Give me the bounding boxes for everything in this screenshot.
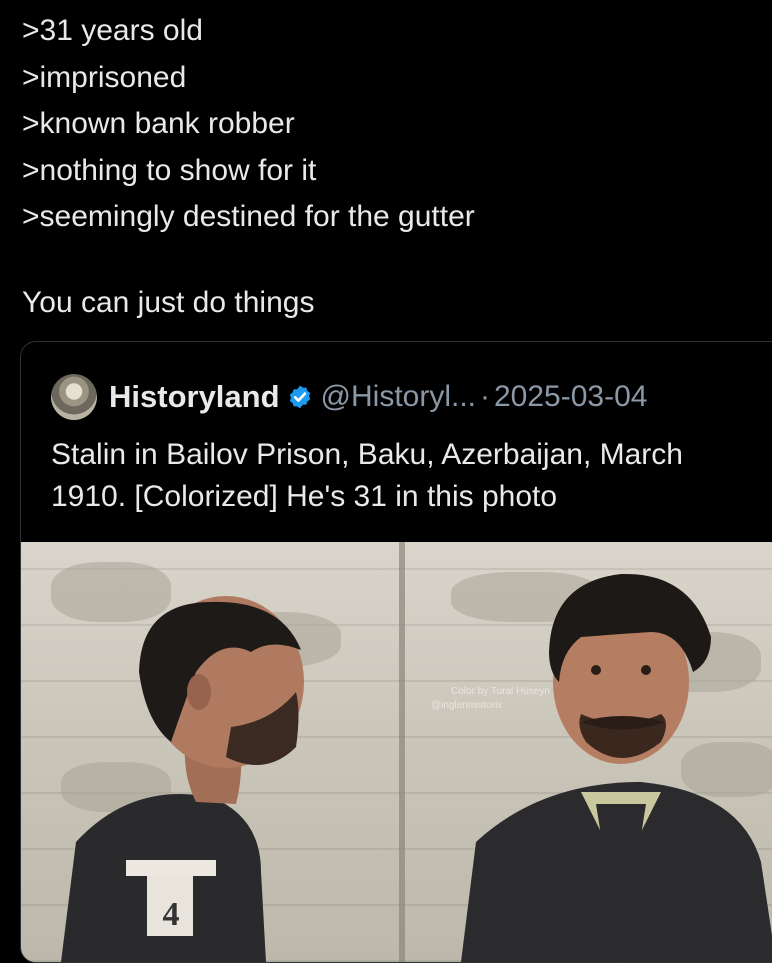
handle[interactable]: @Historyl...	[321, 380, 476, 414]
avatar[interactable]	[51, 374, 97, 420]
post-photo[interactable]: 4 Color by Tural Huseyn @inglenmistorix	[21, 542, 772, 962]
post-line: >31 years old	[22, 14, 203, 47]
post-line: >nothing to show for it	[22, 153, 317, 187]
mugshot-figures: 4 Color by Tural Huseyn @inglenmistorix	[61, 573, 772, 962]
post-line: >imprisoned	[22, 60, 187, 94]
post-text: >31 years old >imprisoned >known bank ro…	[22, 8, 762, 323]
quoted-post-text: Stalin in Bailov Prison, Baku, Azerbaija…	[51, 438, 683, 513]
separator-dot: ·	[480, 380, 490, 413]
frontal-figure	[461, 573, 772, 962]
verified-badge-icon	[289, 385, 310, 409]
watermark-line1: Color by Tural Huseyn	[451, 686, 550, 697]
quoted-post-header: Historyland @Historyl... · 2025-03-04	[51, 374, 647, 420]
placard-number: 4	[163, 896, 180, 933]
watermark-line2: @inglenmistorix	[431, 700, 502, 711]
post-date[interactable]: 2025-03-04	[494, 380, 647, 414]
post-closing-line: You can just do things	[22, 285, 315, 319]
post-line: >seemingly destined for the gutter	[22, 200, 475, 233]
post-line: >known bank robber	[22, 107, 295, 140]
quoted-post-card[interactable]: Historyland @Historyl... · 2025-03-04 St…	[20, 341, 772, 963]
display-name[interactable]: Historyland	[109, 379, 280, 415]
